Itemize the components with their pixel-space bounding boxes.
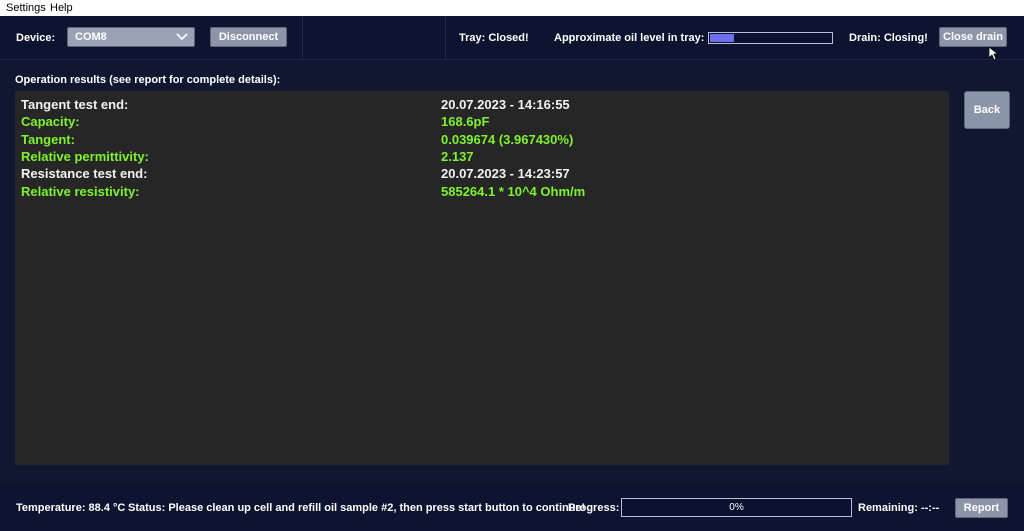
report-button[interactable]: Report <box>955 498 1008 518</box>
result-key: Resistance test end: <box>21 166 148 182</box>
toolbar-divider <box>302 16 303 59</box>
result-value: 20.07.2023 - 14:16:55 <box>441 97 570 112</box>
status-bar: Temperature: 88.4 °C Status: Please clea… <box>0 486 1024 531</box>
result-value: 585264.1 * 10^4 Ohm/m <box>441 183 586 199</box>
progress-bar: 0% <box>621 498 852 517</box>
result-key: Relative permittivity: <box>21 148 149 164</box>
device-select-value: COM8 <box>75 31 107 43</box>
oil-level-fill <box>710 34 734 42</box>
results-panel: Tangent test end: 20.07.2023 - 14:16:55 Ca… <box>15 91 949 465</box>
results-title: Operation results (see report for comple… <box>15 74 281 86</box>
menu-help[interactable]: Help <box>50 2 73 14</box>
status-message: Status: Please clean up cell and refill … <box>128 502 586 514</box>
progress-label: Progress: <box>568 502 620 514</box>
disconnect-button[interactable]: Disconnect <box>210 27 287 47</box>
result-value: 0.039674 (3.967430%) <box>441 131 574 147</box>
result-key: Capacity: <box>21 114 80 130</box>
result-value: 20.07.2023 - 14:23:57 <box>441 166 570 182</box>
oil-level-bar <box>708 32 833 44</box>
device-select[interactable]: COM8 <box>67 27 195 47</box>
menu-bar: Settings Help <box>0 0 1024 16</box>
tray-status: Tray: Closed! <box>459 32 529 44</box>
mouse-cursor-icon <box>989 47 999 61</box>
result-key: Relative resistivity: <box>21 183 140 199</box>
result-key: Tangent: <box>21 131 75 147</box>
back-button[interactable]: Back <box>964 91 1010 129</box>
chevron-down-icon <box>176 33 188 41</box>
device-label: Device: <box>16 32 56 44</box>
menu-settings[interactable]: Settings <box>6 2 46 14</box>
drain-status: Drain: Closing! <box>849 32 928 44</box>
result-value: 2.137 <box>441 148 474 164</box>
device-toolbar: Device: COM8 Disconnect Tray: Closed! Ap… <box>0 16 1024 61</box>
result-key: Tangent test end: <box>21 97 129 112</box>
temperature-readout: Temperature: 88.4 °C <box>16 502 126 514</box>
result-value: 168.6pF <box>441 114 490 130</box>
oil-level-label: Approximate oil level in tray: <box>554 32 705 44</box>
toolbar-divider <box>445 16 446 59</box>
remaining-time: Remaining: --:-- <box>858 502 940 514</box>
close-drain-button[interactable]: Close drain <box>939 27 1007 47</box>
